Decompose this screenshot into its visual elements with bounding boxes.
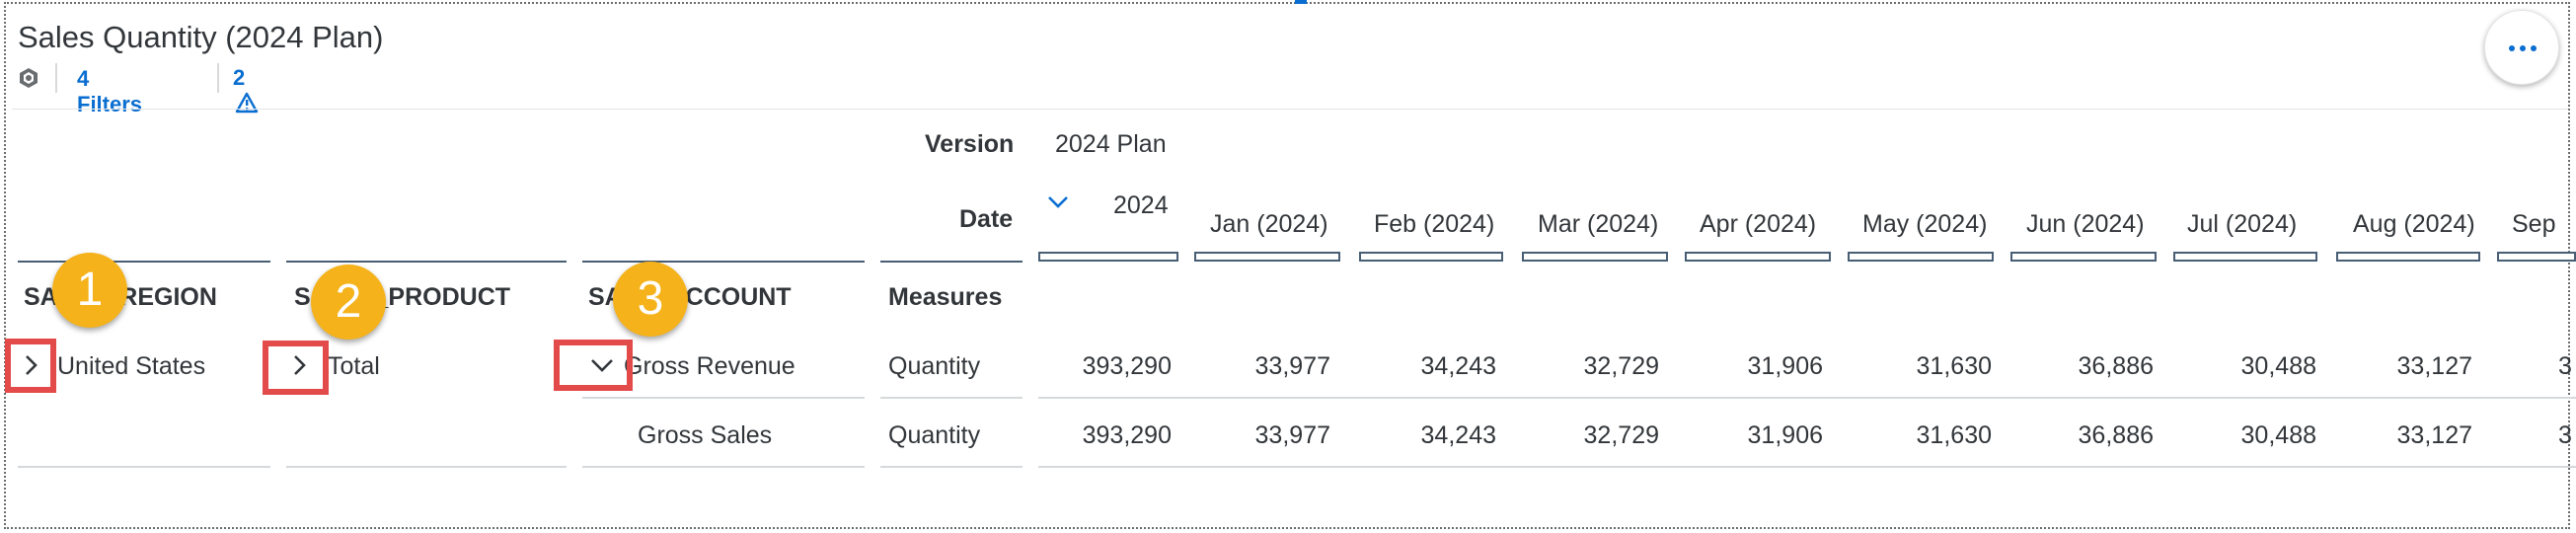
- cell-month[interactable]: 31,630: [1917, 352, 1992, 381]
- cell-month-truncated[interactable]: 3: [2558, 421, 2572, 450]
- cell-month[interactable]: 30,488: [2241, 421, 2316, 450]
- warnings-count: 2: [233, 65, 246, 90]
- column-bar: [2336, 252, 2480, 262]
- date-label: Date: [959, 205, 1014, 233]
- version-label: Version: [925, 130, 1015, 158]
- callout-1: 1: [52, 253, 127, 328]
- cell-month[interactable]: 30,488: [2241, 352, 2316, 381]
- column-bar: [1359, 252, 1503, 262]
- model-icon: [18, 67, 39, 89]
- column-bar: [2173, 252, 2317, 262]
- cell-month[interactable]: 32,729: [1584, 421, 1659, 450]
- month-header: Sep: [2512, 210, 2556, 238]
- dim-header-line: [582, 261, 865, 263]
- highlight-expand-product: [263, 341, 329, 395]
- column-bar: [1848, 252, 1994, 262]
- column-bar: [1194, 252, 1340, 262]
- column-bar: [1038, 252, 1178, 262]
- cell-month[interactable]: 31,630: [1917, 421, 1992, 450]
- more-dot: [2531, 45, 2537, 51]
- cell-month[interactable]: 32,729: [1584, 352, 1659, 381]
- cell-month[interactable]: 33,977: [1255, 352, 1330, 381]
- month-header: Mar (2024): [1538, 210, 1659, 238]
- cell-month[interactable]: 33,127: [2397, 352, 2472, 381]
- row-account: Gross Revenue: [624, 352, 796, 380]
- row-line: [582, 397, 865, 399]
- more-actions-button[interactable]: [2484, 10, 2559, 85]
- widget-title: Sales Quantity (2024 Plan): [18, 20, 384, 54]
- month-header: Jan (2024): [1210, 210, 1328, 238]
- separator: [55, 63, 57, 93]
- row-line: [18, 466, 270, 468]
- cell-total[interactable]: 393,290: [1083, 421, 1172, 450]
- month-header: Jul (2024): [2187, 210, 2298, 238]
- date-year: 2024: [1113, 191, 1169, 219]
- row-line: [1038, 397, 2576, 399]
- cell-total[interactable]: 393,290: [1083, 352, 1172, 381]
- more-dot: [2520, 45, 2526, 51]
- column-bar: [2010, 252, 2157, 262]
- cell-month[interactable]: 34,243: [1421, 421, 1496, 450]
- row-line: [582, 466, 865, 468]
- row-region: United States: [57, 352, 206, 380]
- column-bar: [2497, 252, 2576, 262]
- month-header: May (2024): [1862, 210, 1988, 238]
- row-line: [1038, 466, 2576, 468]
- version-value: 2024 Plan: [1055, 130, 1167, 158]
- month-header: Feb (2024): [1374, 210, 1495, 238]
- dim-header-line: [18, 261, 270, 263]
- cell-month-truncated[interactable]: 3: [2558, 352, 2572, 381]
- warning-icon: [235, 92, 259, 114]
- chevron-down-icon[interactable]: [1046, 193, 1070, 216]
- row-measure: Quantity: [888, 352, 981, 380]
- row-line: [880, 466, 1023, 468]
- measures-header: Measures: [888, 283, 1003, 311]
- cell-month[interactable]: 31,906: [1748, 421, 1823, 450]
- row-account: Gross Sales: [638, 421, 773, 449]
- cell-month[interactable]: 36,886: [2079, 421, 2154, 450]
- month-header: Apr (2024): [1700, 210, 1817, 238]
- row-line: [286, 466, 567, 468]
- dim-header-line: [880, 261, 1023, 263]
- header-divider: [12, 109, 2568, 110]
- column-bar: [1522, 252, 1668, 262]
- cell-month[interactable]: 36,886: [2079, 352, 2154, 381]
- row-line: [880, 397, 1023, 399]
- month-header: Jun (2024): [2026, 210, 2145, 238]
- highlight-collapse-account: [554, 340, 633, 391]
- more-dot: [2509, 45, 2515, 51]
- separator: [217, 63, 219, 93]
- dim-header-line: [286, 261, 567, 263]
- selection-marker: [1295, 0, 1307, 4]
- filters-link[interactable]: 4 Filters: [77, 66, 142, 117]
- column-bar: [1685, 252, 1831, 262]
- row-product: Total: [328, 352, 380, 380]
- cell-month[interactable]: 33,977: [1255, 421, 1330, 450]
- callout-2: 2: [311, 265, 386, 340]
- month-header: Aug (2024): [2353, 210, 2475, 238]
- callout-3: 3: [613, 262, 688, 337]
- cell-month[interactable]: 33,127: [2397, 421, 2472, 450]
- highlight-expand-region: [5, 339, 56, 393]
- cell-month[interactable]: 31,906: [1748, 352, 1823, 381]
- row-measure: Quantity: [888, 421, 981, 449]
- cell-month[interactable]: 34,243: [1421, 352, 1496, 381]
